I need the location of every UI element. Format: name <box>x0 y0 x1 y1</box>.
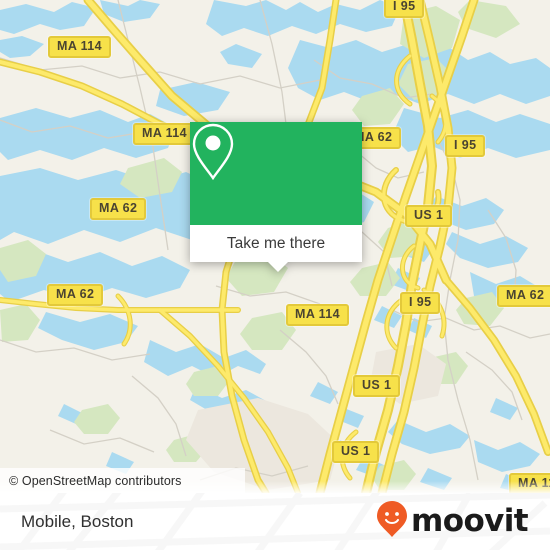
take-me-there-button[interactable]: Take me there <box>190 225 362 262</box>
moovit-pin-icon <box>376 500 408 543</box>
page-title-text: Mobile, Boston <box>21 511 134 531</box>
road-shield-ma62-left[interactable]: MA 62 <box>47 284 104 306</box>
moovit-wordmark: moovit <box>411 503 529 539</box>
moovit-brand[interactable]: moovit <box>376 493 529 550</box>
road-shield-ma62-east[interactable]: MA 62 <box>497 285 550 307</box>
road-shield-us1-upper[interactable]: US 1 <box>405 205 453 227</box>
page-title: Mobile, Boston <box>21 493 133 550</box>
road-shield-ma114-upper[interactable]: MA 114 <box>133 123 197 145</box>
road-shield-i95-upper[interactable]: I 95 <box>445 135 486 157</box>
destination-popup-card[interactable]: Take me there <box>190 122 362 272</box>
road-shield-ma62-west[interactable]: MA 62 <box>90 198 147 220</box>
attribution-text: © OpenStreetMap contributors <box>9 473 182 488</box>
road-shield-us1-mid[interactable]: US 1 <box>353 375 401 397</box>
road-shield-ma114-nw[interactable]: MA 114 <box>48 36 112 58</box>
road-shield-i95-mid[interactable]: I 95 <box>400 292 441 314</box>
popup-pointer <box>268 262 288 272</box>
map-attribution[interactable]: © OpenStreetMap contributors <box>0 468 245 493</box>
popup-header <box>190 122 362 225</box>
road-shield-us1-lower[interactable]: US 1 <box>332 441 380 463</box>
footer-bar: Mobile, Boston moovit <box>0 493 550 550</box>
road-shield-ma114-mid[interactable]: MA 114 <box>286 304 350 326</box>
map-canvas[interactable]: MA 114 I 95 MA 114 MA 62 I 95 MA 62 US 1… <box>0 0 550 493</box>
take-me-there-label: Take me there <box>226 234 326 252</box>
road-shield-i95-top[interactable]: I 95 <box>384 0 425 18</box>
moovit-map-screen: MA 114 I 95 MA 114 MA 62 I 95 MA 62 US 1… <box>0 0 550 550</box>
